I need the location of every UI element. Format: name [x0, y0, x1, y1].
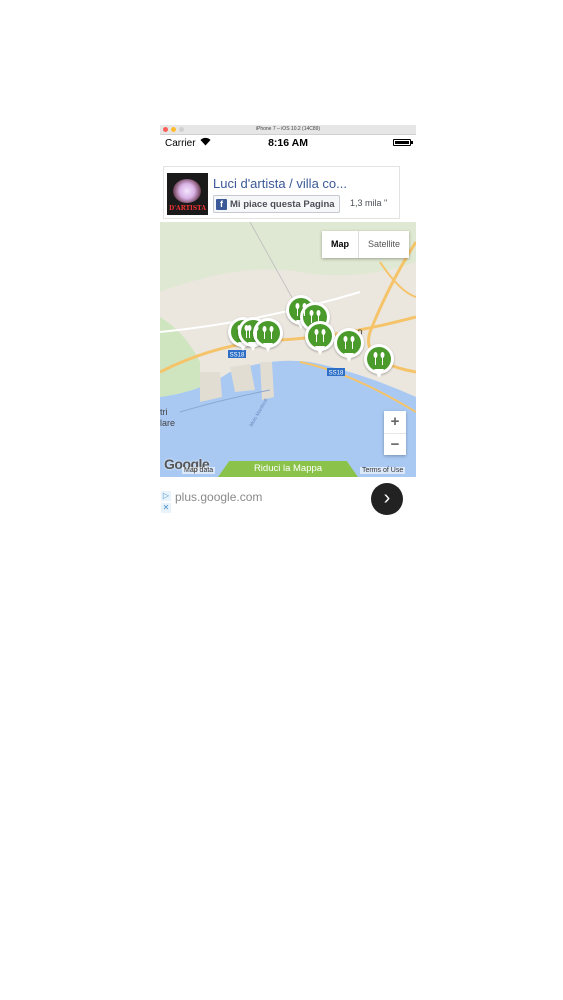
- restaurant-marker[interactable]: [305, 321, 335, 357]
- like-page-label: Mi piace questa Pagina: [230, 198, 335, 210]
- reduce-map-button[interactable]: Riduci la Mappa: [218, 461, 358, 477]
- restaurant-marker[interactable]: [334, 328, 364, 364]
- thumbnail-art: [173, 179, 201, 203]
- pier-3: [260, 362, 274, 400]
- fork-spoon-icon: [343, 336, 355, 349]
- fork-spoon-icon: [314, 329, 326, 342]
- page-name-link[interactable]: Luci d'artista / villa co...: [213, 176, 347, 191]
- ad-choices[interactable]: ▷ ✕: [161, 491, 171, 515]
- terms-of-use-link[interactable]: Terms of Use: [360, 467, 406, 474]
- ad-choices-icon[interactable]: ▷: [161, 491, 171, 501]
- place-label-1: tri: [160, 407, 168, 417]
- facebook-page-widget[interactable]: D'ARTISTA Luci d'artista / villa co... f…: [163, 166, 400, 219]
- simulator-window: iPhone 7 – iOS 10.2 (14C89) Carrier 8:16…: [160, 125, 416, 517]
- like-page-button[interactable]: f Mi piace questa Pagina: [213, 195, 340, 213]
- ad-close-icon[interactable]: ✕: [161, 503, 171, 513]
- restaurant-marker[interactable]: [364, 344, 394, 380]
- facebook-icon: f: [216, 198, 227, 210]
- map-type-map-button[interactable]: Map: [322, 231, 359, 258]
- status-time: 8:16 AM: [268, 137, 308, 149]
- map-data-link[interactable]: Map data: [182, 467, 216, 474]
- simulator-title: iPhone 7 – iOS 10.2 (14C89): [255, 126, 321, 132]
- fork-spoon-icon: [262, 326, 274, 339]
- page-thumbnail[interactable]: D'ARTISTA: [167, 173, 208, 215]
- simulator-titlebar: iPhone 7 – iOS 10.2 (14C89): [160, 125, 416, 135]
- map-type-satellite-button[interactable]: Satellite: [359, 231, 409, 258]
- thumbnail-text: D'ARTISTA: [169, 205, 206, 212]
- like-count: 1,3 mila ": [350, 198, 388, 208]
- road-label-2: SS18: [329, 371, 344, 377]
- road-label-1: SS18: [230, 353, 245, 359]
- zoom-out-button[interactable]: −: [384, 434, 406, 456]
- ad-go-button[interactable]: ›: [371, 483, 403, 515]
- zoom-in-button[interactable]: +: [384, 411, 406, 434]
- restaurant-marker[interactable]: [253, 318, 283, 354]
- fork-spoon-icon: [373, 352, 385, 365]
- zoom-control[interactable]: + −: [384, 411, 406, 455]
- battery-icon: [393, 139, 413, 146]
- status-bar: Carrier 8:16 AM: [160, 135, 416, 153]
- pier-1: [200, 372, 222, 402]
- ad-url[interactable]: plus.google.com: [175, 490, 262, 504]
- map-view[interactable]: SS18 SS18 tri lare co Molo Manfredi Map …: [160, 222, 416, 477]
- map-type-control[interactable]: Map Satellite: [322, 231, 410, 258]
- ad-banner[interactable]: ▷ ✕ plus.google.com ›: [160, 480, 416, 517]
- place-label-2: lare: [160, 418, 175, 428]
